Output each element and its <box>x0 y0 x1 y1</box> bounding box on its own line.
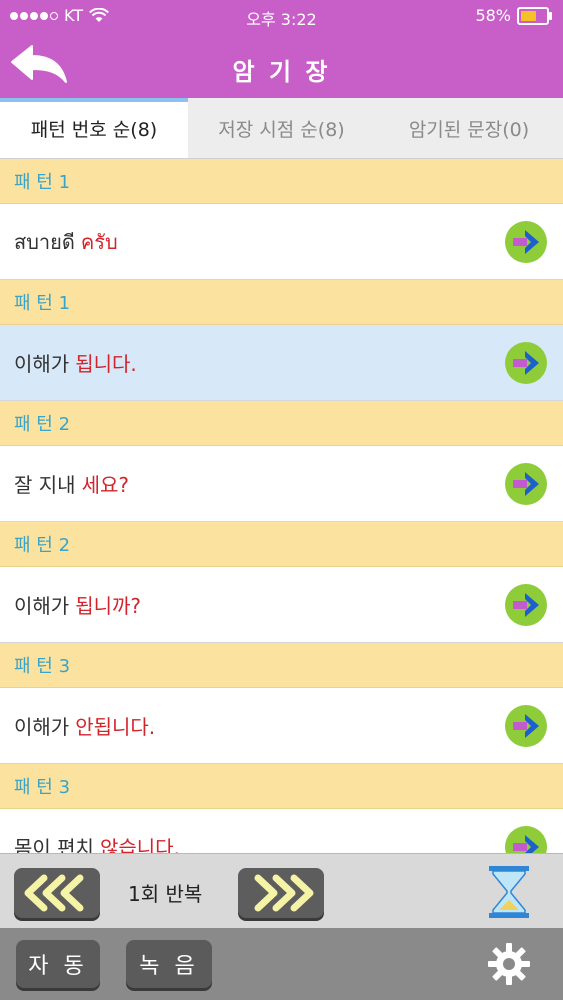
pattern-header: 패 턴 1 <box>0 280 563 325</box>
rewind-icon <box>24 874 84 912</box>
pattern-header: 패 턴 3 <box>0 764 563 809</box>
previous-button[interactable] <box>14 868 100 918</box>
tab-saved-order[interactable]: 저장 시점 순(8) <box>188 98 375 158</box>
sentence-highlight: 됩니다. <box>75 352 137 376</box>
pattern-header: 패 턴 3 <box>0 643 563 688</box>
battery-icon <box>517 6 552 25</box>
list-item[interactable]: 몸이 편치 않습니다. <box>0 809 563 853</box>
hourglass-icon <box>489 866 529 918</box>
arrow-right-icon <box>513 835 539 853</box>
tab-pattern-order[interactable]: 패턴 번호 순(8) <box>0 98 188 158</box>
go-button[interactable] <box>505 221 547 263</box>
pattern-header: 패 턴 2 <box>0 522 563 567</box>
sentence-highlight: ครับ <box>80 229 118 254</box>
pattern-header: 패 턴 2 <box>0 401 563 446</box>
go-button[interactable] <box>505 705 547 747</box>
arrow-right-icon <box>513 472 539 496</box>
list-item[interactable]: 잘 지내 세요? <box>0 446 563 522</box>
next-button[interactable] <box>238 868 324 918</box>
sentence-list[interactable]: 패 턴 1 สบายดี ครับ 패 턴 1 이해가 됩니다. 패 턴 2 잘… <box>0 159 563 853</box>
sentence-text: 이해가 <box>14 352 70 376</box>
list-item[interactable]: สบายดี ครับ <box>0 204 563 280</box>
gear-icon <box>488 943 530 985</box>
bottom-toolbar: 자 동 녹 음 <box>0 928 563 1000</box>
list-item[interactable]: 이해가 안됩니다. <box>0 688 563 764</box>
sentence-text: 이해가 <box>14 715 70 739</box>
navigation-bar: 암 기 장 <box>0 32 563 98</box>
go-button[interactable] <box>505 342 547 384</box>
sentence-text: 몸이 편치 <box>14 836 94 853</box>
arrow-right-icon <box>513 230 539 254</box>
list-item[interactable]: 이해가 됩니까? <box>0 567 563 643</box>
arrow-right-icon <box>513 593 539 617</box>
sentence-highlight: 않습니다. <box>99 836 180 853</box>
timer-button[interactable] <box>485 864 533 920</box>
sentence-text: 잘 지내 <box>14 473 76 497</box>
pattern-header: 패 턴 1 <box>0 159 563 204</box>
go-button[interactable] <box>505 584 547 626</box>
page-title: 암 기 장 <box>232 58 331 86</box>
tab-memorized[interactable]: 암기된 문장(0) <box>375 98 563 158</box>
record-button[interactable]: 녹 음 <box>126 940 212 988</box>
sentence-highlight: 됩니까? <box>75 594 142 618</box>
list-item[interactable]: 이해가 됩니다. <box>0 325 563 401</box>
top-bar: KT 오후 3:22 58% 암 기 장 <box>0 0 563 98</box>
sentence-text: 이해가 <box>14 594 70 618</box>
tab-bar: 패턴 번호 순(8) 저장 시점 순(8) 암기된 문장(0) <box>0 98 563 159</box>
sentence-text: สบายดี <box>14 229 75 254</box>
fast-forward-icon <box>254 874 314 912</box>
go-button[interactable] <box>505 463 547 505</box>
sentence-highlight: 세요? <box>81 473 129 497</box>
arrow-right-icon <box>513 351 539 375</box>
arrow-right-icon <box>513 714 539 738</box>
auto-button[interactable]: 자 동 <box>16 940 100 988</box>
status-bar: KT 오후 3:22 58% <box>0 0 563 32</box>
playback-controls: 1회 반복 <box>0 853 563 929</box>
go-button[interactable] <box>505 826 547 853</box>
battery-percent: 58% <box>475 6 511 25</box>
sentence-highlight: 안됩니다. <box>75 715 156 739</box>
repeat-count: 1회 반복 <box>128 882 203 906</box>
settings-button[interactable] <box>487 942 531 986</box>
